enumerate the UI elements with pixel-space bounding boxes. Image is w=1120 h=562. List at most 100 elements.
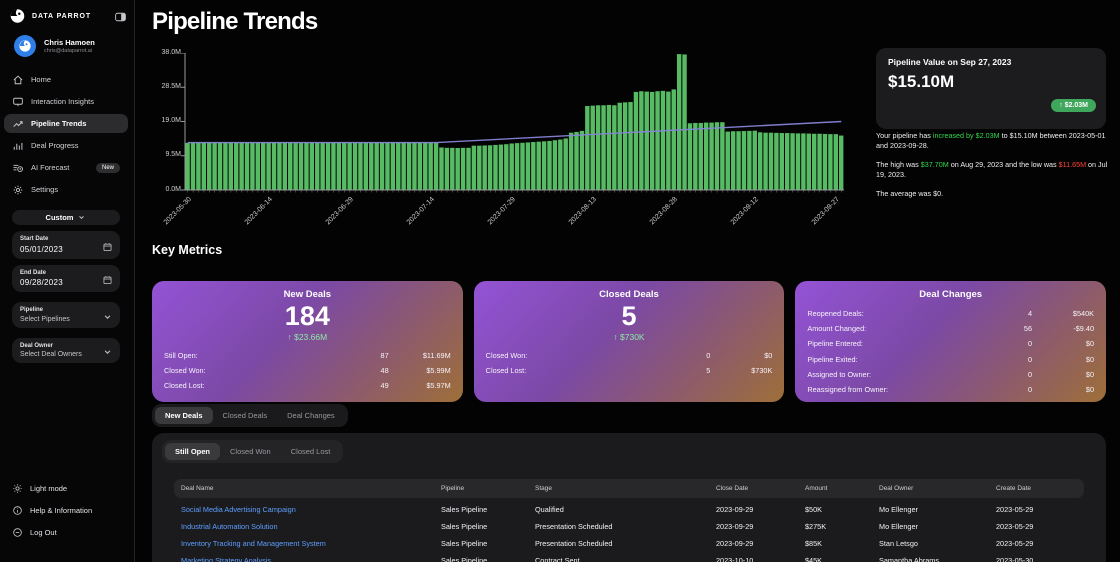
sidebar-item-ai-forecast[interactable]: AI Forecast New [4,158,128,177]
filter-pipeline[interactable]: Pipeline Select Pipelines [12,302,120,328]
trend-icon [12,118,24,130]
bar [725,131,730,190]
metric-row-count: 0 [1027,339,1033,349]
filter-label: Deal Owner [20,342,54,349]
insight-text: on Aug 29, 2023 and the low was [948,160,1059,169]
bar [671,89,676,190]
page-title: Pipeline Trends [152,8,318,35]
deal-name-link[interactable]: Marketing Strategy Analysis [174,556,434,562]
metric-row-count: 0 [1027,385,1033,395]
bar [709,122,714,190]
table-cell: Samantha Abrams [879,556,940,562]
metric-row-label: Still Open: [164,351,198,360]
sidebar-item-settings[interactable]: Settings [4,180,128,199]
chevron-down-icon [102,345,113,356]
footer-item-help-information[interactable]: Help & Information [12,504,122,516]
bar [363,142,369,190]
metric-row-amount: $0 [1085,354,1095,364]
deal-name-link[interactable]: Social Media Advertising Campaign [174,505,434,514]
bar [271,142,277,190]
table-cell: 2023-05-29 [996,505,1034,514]
metric-row-count: 4 [1027,309,1033,319]
bar [255,142,261,190]
footer-item-light-mode[interactable]: Light mode [12,482,122,494]
table-cell: Presentation Scheduled [535,522,613,531]
bar [617,102,622,190]
table-cell: Sales Pipeline [441,505,488,514]
table-row[interactable]: Social Media Advertising Campaign Sales P… [174,501,1084,518]
subtab-closed-lost[interactable]: Closed Lost [281,443,341,460]
bar [385,142,390,190]
deal-status-tabs: Still Open Closed Won Closed Lost [162,440,344,463]
x-axis-label: 2023-06-14 [243,196,274,227]
table-cell: $275K [805,522,827,531]
metric-row: Closed Lost: 49 $5.97M [164,378,451,393]
subtab-still-open[interactable]: Still Open [165,443,221,460]
filter-end-date[interactable]: End Date 09/28/2023 [12,264,120,292]
table-cell: 2023-09-29 [716,505,754,514]
bar [520,142,525,190]
bar [757,132,763,190]
chevron-down-icon [102,309,113,320]
tab-closed-deals[interactable]: Closed Deals [213,407,278,424]
bar [185,142,190,190]
bar [703,122,709,190]
bar [277,142,282,190]
tab-deal-changes[interactable]: Deal Changes [277,407,345,424]
bar [342,142,347,190]
filter-deal-owner[interactable]: Deal Owner Select Deal Owners [12,337,120,363]
main-content: Pipeline Trends 0.0M 9.5M 19.0M 28.5M 38.0M … [135,0,1120,562]
table-row[interactable]: Inventory Tracking and Management System… [174,535,1084,552]
table-cell: 2023-05-30 [996,556,1034,562]
subtab-closed-won[interactable]: Closed Won [220,443,281,460]
x-axis-label: 2023-08-13 [567,196,598,227]
bar [379,142,385,190]
sidebar-item-label: AI Forecast [31,163,70,172]
insight-text: $37.70M [920,160,949,169]
date-range-preset-button[interactable]: Custom [12,210,120,225]
metric-row: Assigned to Owner: 0 $0 [807,367,1094,382]
bar [601,105,606,190]
metric-detail-tabs: New Deals Closed Deals Deal Changes [152,404,348,427]
user-profile[interactable]: Chris Hamoen chris@dataparrot.ai [14,35,95,57]
sidebar-item-deal-progress[interactable]: Deal Progress [4,136,128,155]
sidebar-header: DATA PARROT [8,6,127,26]
y-axis-label: 0.0M [165,185,181,193]
bar [369,142,374,190]
pipeline-change-badge: ↑ $2.03M [1051,99,1096,112]
tab-new-deals[interactable]: New Deals [155,407,213,424]
metric-card-value: 184 [284,301,330,331]
table-row[interactable]: Industrial Automation Solution Sales Pipe… [174,518,1084,535]
sidebar-item-pipeline-trends[interactable]: Pipeline Trends [4,114,128,133]
bar [633,91,639,190]
bar [612,105,617,190]
bar-chart-icon [12,140,24,152]
bar [763,132,768,190]
deal-name-link[interactable]: Inventory Tracking and Management System [174,539,434,548]
table-cell: $50K [805,505,823,514]
filter-start-date[interactable]: Start Date 05/01/2023 [12,231,120,259]
metric-cards: New Deals 184 ↑ $23.66M Still Open: 87 $11.69… [152,281,1107,402]
metric-row-amount: $11.69M [422,351,451,360]
footer-item-log-out[interactable]: Log Out [12,526,122,538]
filter-value: 09/28/2023 [20,278,64,287]
bar [336,142,342,190]
bar [790,133,795,190]
column-header: Pipeline [441,485,465,492]
x-axis-label: 2023-09-27 [810,196,841,227]
sidebar-item-home[interactable]: Home [4,70,128,89]
metric-row-label: Closed Won: [164,366,206,375]
table-row[interactable]: Marketing Strategy Analysis Sales Pipelin… [174,552,1084,562]
bar [390,142,396,190]
bar [455,148,460,190]
bar [487,145,493,190]
metric-row: Reassigned from Owner: 0 $0 [807,382,1094,397]
sidebar-item-interaction-insights[interactable]: Interaction Insights [4,92,128,111]
bar [784,133,790,190]
bar [752,130,757,190]
bar [423,142,428,190]
sidebar-toggle-icon[interactable] [114,10,127,22]
table-cell: Stan Letsgo [879,539,918,548]
deal-name-link[interactable]: Industrial Automation Solution [174,522,434,531]
bar [223,142,228,190]
